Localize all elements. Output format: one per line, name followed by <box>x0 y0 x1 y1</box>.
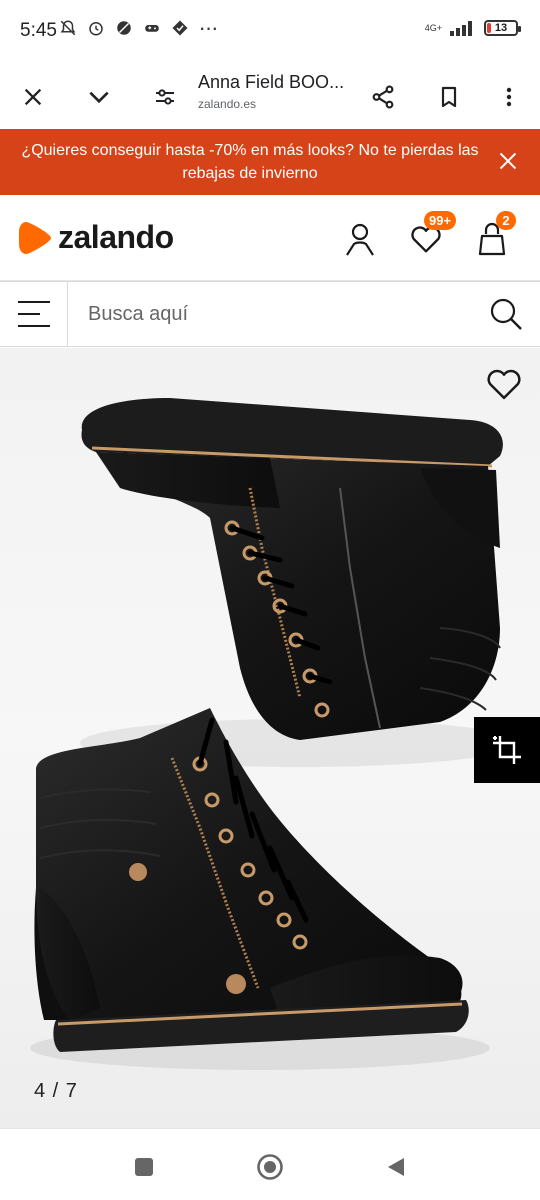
browser-toolbar: Anna Field BOO... zalando.es <box>0 64 540 130</box>
game-controller-icon <box>142 18 162 38</box>
heart-icon <box>487 369 521 400</box>
status-icons: ··· <box>58 15 219 40</box>
brand-header: zalando 99+ 2 <box>0 195 540 281</box>
close-tab-button[interactable] <box>10 74 56 120</box>
search-bar <box>0 281 540 347</box>
bookmark-button[interactable] <box>426 74 472 120</box>
battery-fill <box>487 23 491 33</box>
system-nav-bar <box>0 1128 540 1200</box>
search-icon <box>490 298 522 330</box>
cart-badge: 2 <box>496 211 516 230</box>
promo-banner[interactable]: ¿Quieres conseguir hasta -70% en más loo… <box>0 129 540 195</box>
status-time: 5:45 <box>20 20 57 41</box>
account-button[interactable] <box>338 217 382 261</box>
app-notification-icon <box>170 18 190 38</box>
top-shoe-illustration <box>80 398 520 767</box>
crop-search-icon <box>493 736 521 764</box>
hamburger-menu-icon <box>17 301 50 327</box>
chevron-down-icon <box>89 91 109 104</box>
network-type: 4G+ <box>424 22 442 33</box>
home-button[interactable] <box>250 1147 290 1187</box>
product-gallery[interactable]: 4 / 7 <box>0 348 540 1128</box>
more-options-button[interactable] <box>486 74 532 120</box>
home-icon <box>257 1154 283 1180</box>
back-icon <box>388 1158 404 1176</box>
signal-icon <box>450 21 472 36</box>
battery-level: 13 <box>494 22 508 34</box>
product-image <box>30 398 520 1070</box>
page-domain: zalando.es <box>198 97 257 111</box>
menu-button[interactable] <box>0 282 68 346</box>
wishlist-button[interactable]: 99+ <box>404 211 457 261</box>
add-to-wishlist-button[interactable] <box>478 358 530 410</box>
close-icon <box>24 88 42 106</box>
bookmark-icon <box>441 86 457 108</box>
share-button[interactable] <box>360 74 406 120</box>
visual-search-button[interactable] <box>474 717 540 783</box>
minimize-button[interactable] <box>76 74 122 120</box>
image-counter: 4 / 7 <box>34 1080 78 1102</box>
cart-button[interactable]: 2 <box>470 211 516 261</box>
zalando-logo[interactable]: zalando <box>18 219 174 256</box>
site-settings-icon <box>156 89 174 105</box>
close-icon <box>499 152 517 170</box>
status-right: 4G+ 13 <box>424 20 521 36</box>
no-disturb-icon <box>114 18 134 38</box>
more-dots-icon: ··· <box>198 15 219 40</box>
promo-close-button[interactable] <box>494 147 522 175</box>
wishlist-badge: 99+ <box>424 211 457 230</box>
promo-text: ¿Quieres conseguir hasta -70% en más loo… <box>21 142 479 182</box>
status-bar: 5:45 ··· 4G+ 13 <box>0 0 540 64</box>
recent-apps-button[interactable] <box>124 1147 164 1187</box>
zalando-logo-mark-icon <box>19 221 51 254</box>
search-button[interactable] <box>482 290 530 338</box>
logo-text: zalando <box>58 219 174 255</box>
mute-alarm-icon <box>58 18 78 38</box>
page-title: Anna Field BOO... <box>198 72 345 92</box>
search-input[interactable] <box>88 298 468 330</box>
site-settings-button[interactable] <box>142 74 188 120</box>
battery-indicator: 13 <box>484 20 521 36</box>
share-icon <box>372 85 394 109</box>
network-indicator: 4G+ <box>424 22 442 33</box>
page-info[interactable]: Anna Field BOO... zalando.es <box>198 72 358 111</box>
screen: 5:45 ··· 4G+ 13 Anna Field BOO... zaland… <box>0 0 540 1200</box>
alarm-icon <box>86 18 106 38</box>
more-vert-icon <box>506 87 512 107</box>
user-icon <box>346 223 374 256</box>
recent-apps-icon <box>135 1158 153 1176</box>
back-button[interactable] <box>376 1147 416 1187</box>
